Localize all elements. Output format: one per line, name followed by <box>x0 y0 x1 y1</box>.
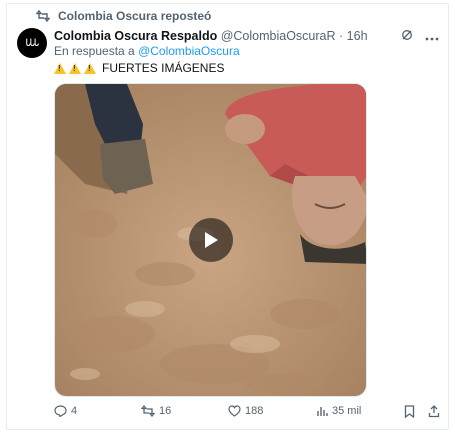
views-count: 35 mil <box>332 405 362 417</box>
heart-icon <box>228 405 241 417</box>
reply-handle-link[interactable]: @ColombiaOscura <box>138 44 240 58</box>
warning-icon <box>69 62 81 74</box>
author-name[interactable]: Colombia Oscura Respaldo <box>54 29 217 43</box>
repost-indicator: Colombia Oscura reposteó <box>36 9 211 23</box>
reply-prefix: En respuesta a <box>54 44 135 58</box>
tweet-body: FUERTES IMÁGENES <box>102 61 225 75</box>
retweet-icon <box>141 405 155 417</box>
video-thumbnail[interactable] <box>54 83 367 397</box>
retweet-count: 16 <box>159 405 172 417</box>
like-count: 188 <box>245 405 264 417</box>
views-chart-icon <box>317 407 328 416</box>
retweet-button[interactable]: 16 <box>141 405 171 417</box>
tweet-time[interactable]: 16h <box>347 29 368 43</box>
grok-icon[interactable] <box>401 28 413 46</box>
repost-icon <box>36 9 52 23</box>
play-icon <box>205 232 218 248</box>
share-button[interactable] <box>428 405 440 418</box>
reply-count: 4 <box>71 405 78 417</box>
more-options-icon[interactable] <box>425 28 439 46</box>
views-button[interactable]: 35 mil <box>316 405 361 417</box>
reply-icon <box>54 405 67 417</box>
play-button[interactable] <box>189 218 233 262</box>
tweet-text: FUERTES IMÁGENES <box>54 61 224 75</box>
reply-context: En respuesta a @ColombiaOscura <box>54 44 240 58</box>
avatar-logo: ᏓᏓᏓ <box>25 37 40 49</box>
time-separator: · <box>339 29 344 43</box>
warning-icon <box>84 62 96 74</box>
bookmark-icon <box>404 405 415 418</box>
like-button[interactable]: 188 <box>228 405 263 417</box>
share-icon <box>428 405 440 418</box>
bookmark-button[interactable] <box>404 405 415 418</box>
author-handle[interactable]: @ColombiaOscuraR <box>221 29 336 43</box>
warning-icon <box>54 62 66 74</box>
tweet-header: Colombia Oscura Respaldo @ColombiaOscura… <box>54 29 368 43</box>
repost-label[interactable]: Colombia Oscura reposteó <box>58 9 211 23</box>
tweet-actions: 4 16 188 35 mil <box>54 405 444 421</box>
avatar[interactable]: ᏓᏓᏓ <box>17 28 47 58</box>
reply-button[interactable]: 4 <box>54 405 77 417</box>
tweet-header-actions <box>401 28 439 46</box>
